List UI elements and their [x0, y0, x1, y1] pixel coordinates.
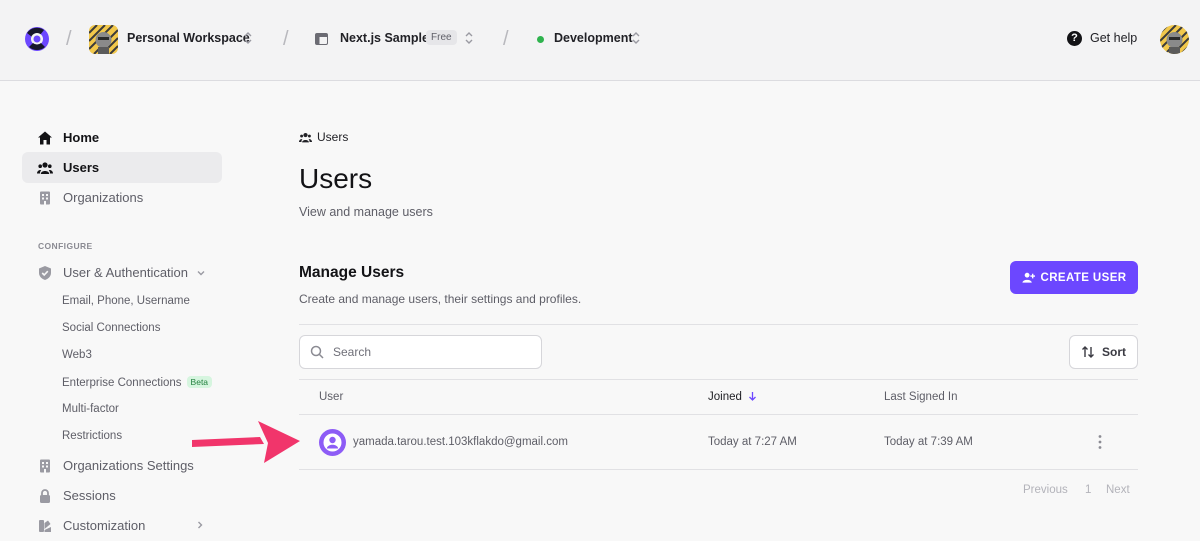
chevron-right-icon[interactable]	[195, 520, 205, 530]
sidebar-item-label: Home	[63, 130, 100, 145]
user-plus-icon	[1021, 272, 1035, 283]
workspace-name[interactable]: Personal Workspace	[127, 31, 250, 45]
last-signed-in-date: Today at 7:39 AM	[884, 436, 973, 448]
lock-icon	[40, 488, 50, 503]
building-icon	[40, 459, 50, 472]
pagination-previous[interactable]: Previous	[1023, 484, 1068, 496]
divider	[299, 414, 1138, 415]
users-icon	[37, 161, 53, 174]
create-user-button[interactable]: CREATE USER	[1010, 261, 1138, 294]
app-layout-icon	[315, 33, 328, 45]
search-input[interactable]	[333, 345, 523, 359]
chevron-up-down-icon[interactable]	[464, 28, 474, 48]
sidebar-subitem-label: Enterprise Connections	[62, 377, 182, 389]
section-subtitle: Create and manage users, their settings …	[299, 292, 582, 306]
palette-icon	[39, 519, 51, 532]
chevron-up-down-icon[interactable]	[631, 28, 641, 48]
clerk-logo-icon[interactable]	[24, 25, 50, 53]
column-header-joined[interactable]: Joined	[708, 391, 757, 403]
breadcrumb-label: Users	[317, 130, 349, 144]
column-header-last-signed-in[interactable]: Last Signed In	[884, 391, 958, 403]
user-avatar[interactable]	[1160, 25, 1189, 54]
sidebar-subitem-restrictions[interactable]: Restrictions	[62, 430, 122, 442]
create-user-label: CREATE USER	[1040, 271, 1127, 284]
get-help-link[interactable]: Get help	[1090, 31, 1137, 45]
workspace-avatar[interactable]	[89, 25, 118, 54]
home-icon	[38, 131, 52, 144]
chevron-up-down-icon[interactable]	[243, 28, 253, 48]
divider	[299, 324, 1138, 325]
annotation-arrow-icon	[192, 421, 300, 463]
sidebar-subitem-email-phone-username[interactable]: Email, Phone, Username	[62, 295, 190, 307]
sort-button[interactable]: Sort	[1069, 335, 1138, 369]
sidebar-item-customization[interactable]: Customization	[22, 510, 222, 541]
sidebar-item-sessions[interactable]: Sessions	[22, 480, 222, 511]
breadcrumb-separator: /	[503, 28, 509, 50]
sidebar-item-label: Users	[63, 160, 100, 175]
search-box[interactable]	[299, 335, 542, 369]
sort-arrows-icon	[1082, 346, 1094, 358]
user-email: yamada.tarou.test.103kflakdo@gmail.com	[353, 436, 568, 448]
arrow-down-icon	[749, 392, 757, 401]
chevron-down-icon[interactable]	[196, 268, 206, 278]
breadcrumb-separator: /	[66, 28, 72, 50]
breadcrumb: Users	[299, 130, 348, 144]
page-subtitle: View and manage users	[299, 205, 433, 219]
environment-status-dot	[537, 36, 544, 43]
breadcrumb-separator: /	[283, 28, 289, 50]
column-header-user[interactable]: User	[319, 391, 343, 403]
sort-label: Sort	[1102, 345, 1126, 359]
sidebar-item-users[interactable]: Users	[22, 152, 222, 183]
top-bar: / Personal Workspace / Next.js Sample Fr…	[0, 0, 1200, 81]
users-icon	[299, 132, 312, 142]
sidebar-item-label: Customization	[63, 518, 146, 533]
pagination-page[interactable]: 1	[1085, 484, 1091, 496]
joined-date: Today at 7:27 AM	[708, 436, 797, 448]
sidebar-section-label: CONFIGURE	[38, 241, 93, 251]
shield-icon	[39, 265, 51, 280]
page-title: Users	[299, 163, 373, 194]
more-options-icon[interactable]	[1094, 433, 1106, 451]
application-name[interactable]: Next.js Sample	[340, 31, 429, 45]
building-icon	[40, 191, 50, 204]
environment-name[interactable]: Development	[554, 31, 633, 45]
sidebar-item-label: User & Authentication	[63, 265, 189, 280]
sidebar-item-label: Sessions	[63, 488, 116, 503]
sidebar-item-user-authentication[interactable]: User & Authentication	[22, 257, 222, 288]
sidebar-subitem-social-connections[interactable]: Social Connections	[62, 322, 160, 334]
help-icon[interactable]: ?	[1067, 31, 1082, 46]
column-header-label: Joined	[708, 391, 742, 403]
sidebar-subitem-enterprise-connections[interactable]: Enterprise Connections Beta	[62, 376, 213, 389]
sidebar-subitem-web3[interactable]: Web3	[62, 349, 92, 361]
divider	[299, 469, 1138, 470]
sidebar-item-label: Organizations	[63, 190, 144, 205]
section-title: Manage Users	[299, 264, 405, 281]
search-icon	[310, 345, 324, 359]
sidebar-item-home[interactable]: Home	[22, 122, 222, 153]
beta-badge: Beta	[186, 376, 213, 388]
sidebar-item-label: Organizations Settings	[63, 458, 194, 473]
sidebar-item-organizations[interactable]: Organizations	[22, 182, 222, 213]
sidebar-subitem-multi-factor[interactable]: Multi-factor	[62, 403, 119, 415]
plan-badge: Free	[426, 30, 457, 45]
user-avatar	[319, 429, 346, 456]
divider	[299, 379, 1138, 380]
pagination-next[interactable]: Next	[1106, 484, 1130, 496]
